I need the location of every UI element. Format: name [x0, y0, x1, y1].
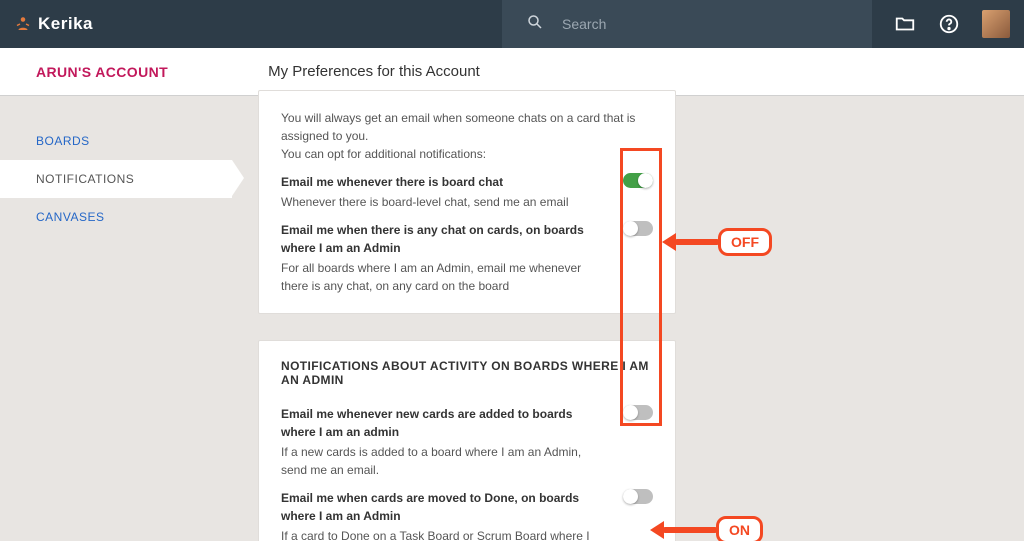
sidebar: BOARDS NOTIFICATIONS CANVASES: [0, 96, 232, 541]
app-logo[interactable]: Kerika: [14, 14, 93, 34]
toggle-new-cards[interactable]: [623, 405, 653, 420]
annotation-label-off: OFF: [718, 228, 772, 256]
sidebar-item-canvases[interactable]: CANVASES: [0, 198, 232, 236]
sidebar-item-boards[interactable]: BOARDS: [0, 122, 232, 160]
pref-moved-done: Email me when cards are moved to Done, o…: [281, 489, 653, 541]
page-title: My Preferences for this Account: [268, 63, 480, 80]
top-bar-actions: [894, 10, 1010, 38]
pref-title: Email me when there is any chat on cards…: [281, 221, 603, 257]
card-chat-notifications: You will always get an email when someon…: [258, 90, 676, 314]
toggle-moved-done[interactable]: [623, 489, 653, 504]
avatar[interactable]: [982, 10, 1010, 38]
search-box[interactable]: [502, 0, 872, 48]
pref-title: Email me whenever there is board chat: [281, 173, 603, 191]
pref-desc: For all boards where I am an Admin, emai…: [281, 259, 603, 295]
pref-board-chat: Email me whenever there is board chat Wh…: [281, 173, 653, 211]
sidebar-item-notifications[interactable]: NOTIFICATIONS: [0, 160, 232, 198]
section-head: NOTIFICATIONS ABOUT ACTIVITY ON BOARDS W…: [281, 359, 653, 387]
folder-icon[interactable]: [894, 13, 916, 35]
pref-desc: If a new cards is added to a board where…: [281, 443, 603, 479]
account-name: ARUN'S ACCOUNT: [36, 64, 168, 80]
card-desc: You will always get an email when someon…: [281, 109, 653, 163]
pref-desc: Whenever there is board-level chat, send…: [281, 193, 603, 211]
card-activity-admin: NOTIFICATIONS ABOUT ACTIVITY ON BOARDS W…: [258, 340, 676, 541]
logo-icon: [14, 15, 32, 33]
sub-header: ARUN'S ACCOUNT My Preferences for this A…: [0, 48, 1024, 96]
annotation-callout-on: ON: [662, 516, 763, 541]
annotation-callout-off: OFF: [674, 228, 772, 256]
pref-new-cards: Email me whenever new cards are added to…: [281, 405, 653, 479]
search-input[interactable]: [562, 16, 822, 32]
help-icon[interactable]: [938, 13, 960, 35]
pref-card-chat-admin: Email me when there is any chat on cards…: [281, 221, 653, 295]
pref-title: Email me whenever new cards are added to…: [281, 405, 603, 441]
toggle-card-chat-admin[interactable]: [623, 221, 653, 236]
top-bar: Kerika: [0, 0, 1024, 48]
pref-title: Email me when cards are moved to Done, o…: [281, 489, 603, 525]
pref-desc: If a card to Done on a Task Board or Scr…: [281, 527, 603, 541]
toggle-board-chat[interactable]: [623, 173, 653, 188]
main-content: You will always get an email when someon…: [232, 96, 1024, 541]
annotation-label-on: ON: [716, 516, 763, 541]
logo-text: Kerika: [38, 14, 93, 34]
search-icon: [526, 13, 544, 36]
